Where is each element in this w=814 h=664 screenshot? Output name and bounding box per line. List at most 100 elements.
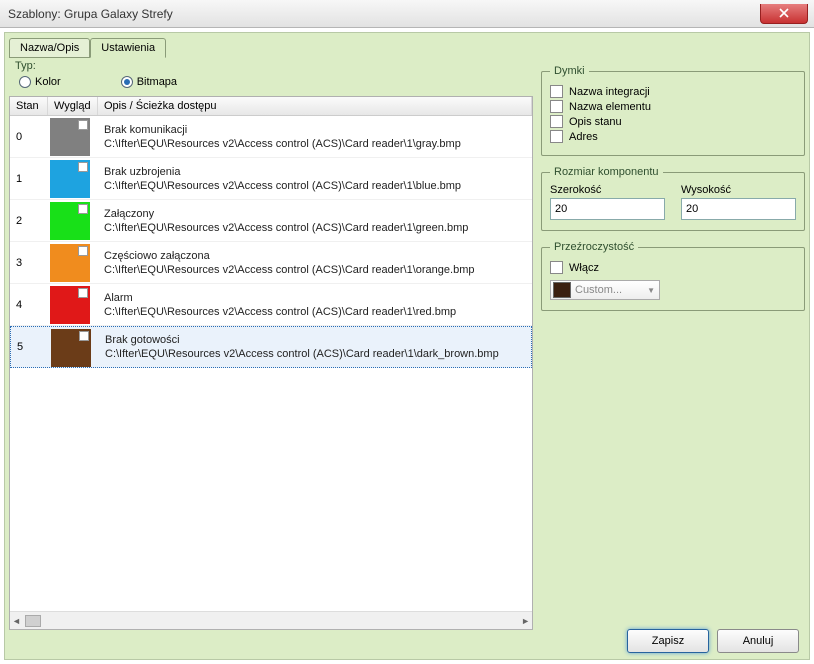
szerokosc-input[interactable]: [550, 198, 665, 220]
checkbox-label: Włącz: [569, 262, 599, 274]
cell-stan: 4: [10, 284, 48, 325]
window-title: Szablony: Grupa Galaxy Strefy: [8, 7, 173, 21]
swatch-corner-icon: [79, 331, 89, 341]
table-row[interactable]: 2 Załączony C:\Ifter\EQU\Resources v2\Ac…: [10, 200, 532, 242]
radio-bitmapa[interactable]: Bitmapa: [121, 76, 177, 88]
checkbox-icon: [550, 130, 563, 143]
row-desc: Brak komunikacji: [104, 124, 526, 136]
checkbox-icon: [550, 115, 563, 128]
content-panel: Nazwa/Opis Ustawienia Typ: Kolor: [4, 32, 810, 660]
cell-opis: Brak uzbrojenia C:\Ifter\EQU\Resources v…: [98, 158, 532, 199]
checkbox-label: Opis stanu: [569, 116, 622, 128]
table-row[interactable]: 1 Brak uzbrojenia C:\Ifter\EQU\Resources…: [10, 158, 532, 200]
wysokosc-input[interactable]: [681, 198, 796, 220]
typ-group: Typ: Kolor Bitmapa: [9, 59, 533, 94]
cell-opis: Załączony C:\Ifter\EQU\Resources v2\Acce…: [98, 200, 532, 241]
color-dropdown-label: Custom...: [575, 284, 622, 296]
table-row[interactable]: 5 Brak gotowości C:\Ifter\EQU\Resources …: [10, 326, 532, 368]
swatch-corner-icon: [78, 162, 88, 172]
th-wyglad[interactable]: Wygląd: [48, 97, 98, 115]
row-path: C:\Ifter\EQU\Resources v2\Access control…: [104, 222, 526, 234]
zapisz-button[interactable]: Zapisz: [627, 629, 709, 653]
rozmiar-legend: Rozmiar komponentu: [550, 166, 663, 178]
color-swatch: [50, 118, 90, 156]
cell-opis: Brak komunikacji C:\Ifter\EQU\Resources …: [98, 116, 532, 157]
radio-kolor-label: Kolor: [35, 76, 61, 88]
cell-wyglad: [49, 327, 99, 367]
anuluj-button[interactable]: Anuluj: [717, 629, 799, 653]
checkbox-label: Nazwa elementu: [569, 101, 651, 113]
table-row[interactable]: 3 Częściowo załączona C:\Ifter\EQU\Resou…: [10, 242, 532, 284]
szerokosc-label: Szerokość: [550, 184, 665, 196]
row-path: C:\Ifter\EQU\Resources v2\Access control…: [104, 306, 526, 318]
row-desc: Brak uzbrojenia: [104, 166, 526, 178]
table-row[interactable]: 0 Brak komunikacji C:\Ifter\EQU\Resource…: [10, 116, 532, 158]
radio-icon: [121, 76, 133, 88]
tab-ustawienia[interactable]: Ustawienia: [90, 38, 166, 58]
states-table: Stan Wygląd Opis / Ścieżka dostępu 0: [9, 96, 533, 630]
scroll-left-icon[interactable]: ◄: [12, 616, 21, 626]
przezroczystosc-legend: Przeźroczystość: [550, 241, 638, 253]
checkbox-label: Nazwa integracji: [569, 86, 650, 98]
table-body[interactable]: 0 Brak komunikacji C:\Ifter\EQU\Resource…: [10, 116, 532, 611]
typ-label: Typ:: [15, 60, 527, 72]
przezroczystosc-group: Przeźroczystość Włącz Custom...: [541, 241, 805, 311]
color-swatch: [51, 329, 91, 367]
swatch-corner-icon: [78, 246, 88, 256]
row-path: C:\Ifter\EQU\Resources v2\Access control…: [104, 180, 526, 192]
swatch-corner-icon: [78, 288, 88, 298]
checkbox-opis-stanu[interactable]: Opis stanu: [550, 115, 796, 128]
scrollbar-thumb[interactable]: [25, 615, 41, 627]
radio-bitmapa-label: Bitmapa: [137, 76, 177, 88]
cell-stan: 1: [10, 158, 48, 199]
row-desc: Brak gotowości: [105, 334, 525, 346]
row-desc: Częściowo załączona: [104, 250, 526, 262]
cell-wyglad: [48, 284, 98, 325]
row-desc: Załączony: [104, 208, 526, 220]
chevron-down-icon: ▼: [647, 286, 655, 295]
wysokosc-label: Wysokość: [681, 184, 796, 196]
rozmiar-group: Rozmiar komponentu Szerokość Wysokość: [541, 166, 805, 231]
checkbox-icon: [550, 261, 563, 274]
cell-stan: 2: [10, 200, 48, 241]
radio-icon: [19, 76, 31, 88]
table-header: Stan Wygląd Opis / Ścieżka dostępu: [10, 97, 532, 116]
radio-kolor[interactable]: Kolor: [19, 76, 61, 88]
color-preview-icon: [553, 282, 571, 298]
cell-wyglad: [48, 200, 98, 241]
checkbox-icon: [550, 85, 563, 98]
cell-opis: Brak gotowości C:\Ifter\EQU\Resources v2…: [99, 327, 531, 367]
cell-wyglad: [48, 158, 98, 199]
cell-opis: Alarm C:\Ifter\EQU\Resources v2\Access c…: [98, 284, 532, 325]
swatch-corner-icon: [78, 204, 88, 214]
checkbox-adres[interactable]: Adres: [550, 130, 796, 143]
color-swatch: [50, 286, 90, 324]
cell-wyglad: [48, 242, 98, 283]
table-row[interactable]: 4 Alarm C:\Ifter\EQU\Resources v2\Access…: [10, 284, 532, 326]
dymki-group: Dymki Nazwa integracji Nazwa elementu Op…: [541, 65, 805, 156]
cell-stan: 5: [11, 327, 49, 367]
cell-stan: 0: [10, 116, 48, 157]
checkbox-wlacz[interactable]: Włącz: [550, 261, 796, 274]
close-button[interactable]: [760, 4, 808, 24]
th-opis[interactable]: Opis / Ścieżka dostępu: [98, 97, 532, 115]
th-stan[interactable]: Stan: [10, 97, 48, 115]
footer-buttons: Zapisz Anuluj: [627, 629, 799, 653]
scroll-right-icon[interactable]: ►: [521, 616, 530, 626]
cell-stan: 3: [10, 242, 48, 283]
tabs: Nazwa/Opis Ustawienia: [9, 37, 805, 57]
swatch-corner-icon: [78, 120, 88, 130]
close-icon: [779, 8, 789, 18]
checkbox-icon: [550, 100, 563, 113]
row-path: C:\Ifter\EQU\Resources v2\Access control…: [105, 348, 525, 360]
horizontal-scrollbar[interactable]: ◄ ►: [10, 611, 532, 629]
titlebar: Szablony: Grupa Galaxy Strefy: [0, 0, 814, 28]
checkbox-nazwa-elementu[interactable]: Nazwa elementu: [550, 100, 796, 113]
row-desc: Alarm: [104, 292, 526, 304]
checkbox-nazwa-integracji[interactable]: Nazwa integracji: [550, 85, 796, 98]
color-dropdown[interactable]: Custom... ▼: [550, 280, 660, 300]
tab-nazwa-opis[interactable]: Nazwa/Opis: [9, 38, 90, 58]
row-path: C:\Ifter\EQU\Resources v2\Access control…: [104, 264, 526, 276]
dymki-legend: Dymki: [550, 65, 589, 77]
row-path: C:\Ifter\EQU\Resources v2\Access control…: [104, 138, 526, 150]
